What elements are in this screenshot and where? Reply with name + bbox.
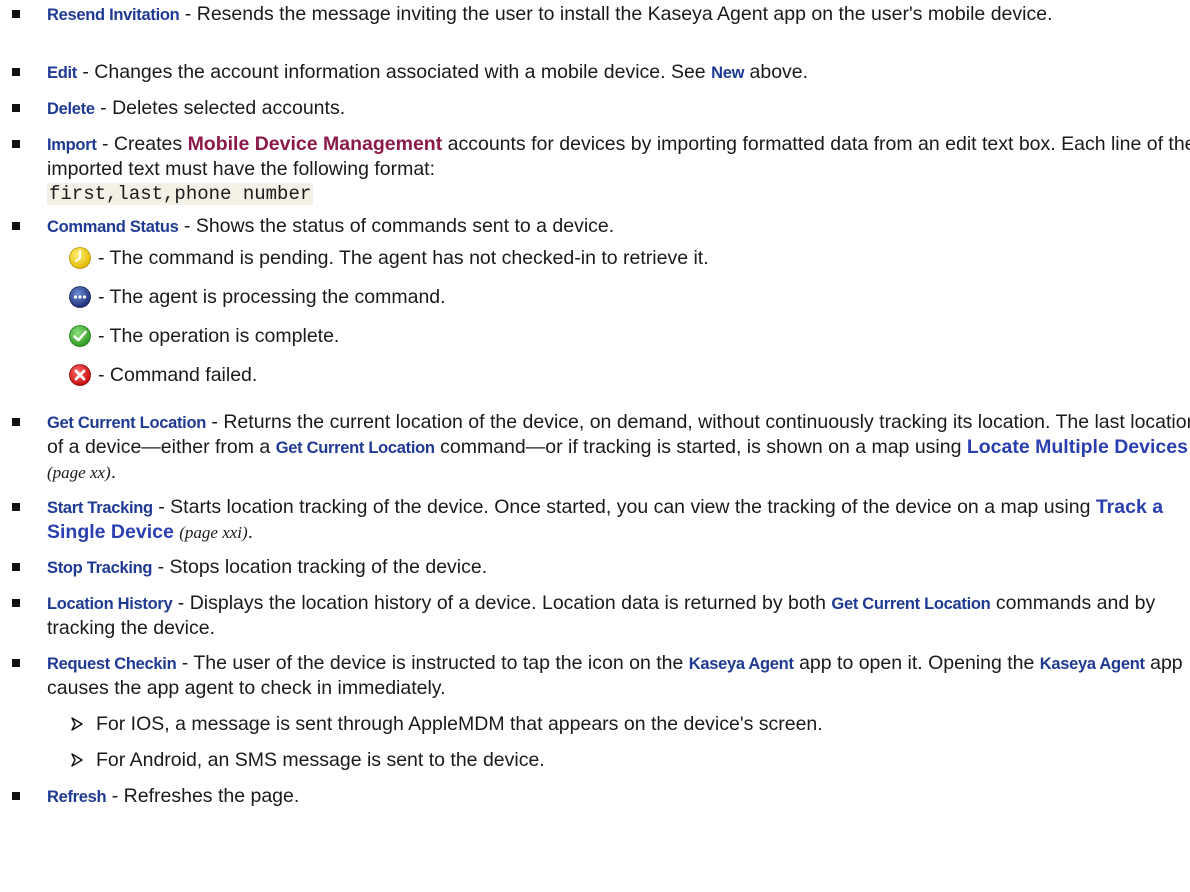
desc-text: - Shows the status of commands sent to a… xyxy=(178,215,615,237)
bullet xyxy=(12,68,20,76)
term-delete[interactable]: Delete xyxy=(47,100,95,118)
status-failed: - Command failed. xyxy=(68,355,1168,394)
status-text: - The operation is complete. xyxy=(98,324,340,347)
term-location-history[interactable]: Location History xyxy=(47,595,173,613)
desc-text: app to open it. Opening the xyxy=(793,652,1040,674)
term-start-tracking[interactable]: Start Tracking xyxy=(47,499,153,517)
list-item-start-tracking: Start Tracking - Starts location trackin… xyxy=(0,495,1190,545)
status-text: - The agent is processing the command. xyxy=(98,285,446,308)
bullet xyxy=(12,599,20,607)
bullet xyxy=(12,563,20,571)
bullet xyxy=(12,503,20,511)
list-item-edit: Edit - Changes the account information a… xyxy=(0,60,1190,85)
list-item-refresh: Refresh - Refreshes the page. xyxy=(0,784,1190,809)
processing-dots-icon xyxy=(68,285,92,309)
format-code: first,last,phone number xyxy=(47,183,314,205)
term-kaseya-agent[interactable]: Kaseya Agent xyxy=(689,655,794,673)
bullet xyxy=(12,418,20,426)
term-kaseya-agent[interactable]: Kaseya Agent xyxy=(1040,655,1145,673)
desc-text: - The user of the device is instructed t… xyxy=(176,652,689,674)
subitem-text: For IOS, a message is sent through Apple… xyxy=(96,713,823,735)
term-resend-invitation[interactable]: Resend Invitation xyxy=(47,6,180,24)
term-get-current-location-inline[interactable]: Get Current Location xyxy=(831,595,990,613)
term-request-checkin[interactable]: Request Checkin xyxy=(47,655,177,673)
desc-text: - Creates xyxy=(96,133,188,155)
term-import[interactable]: Import xyxy=(47,136,97,154)
desc-text: - Refreshes the page. xyxy=(106,785,300,807)
desc-text: - Resends the message inviting the user … xyxy=(179,3,1053,25)
subitem-android: For Android, an SMS message is sent to t… xyxy=(0,748,1190,772)
complete-check-icon xyxy=(68,324,92,348)
desc-text: - Starts location tracking of the device… xyxy=(152,496,1096,518)
desc-text: . xyxy=(110,461,117,483)
bullet xyxy=(12,10,20,18)
arrow-bullet-icon xyxy=(71,717,83,731)
strong-mdm: Mobile Device Management xyxy=(187,133,443,155)
desc-text: - Deletes selected accounts. xyxy=(94,97,346,119)
link-locate-multiple-devices[interactable]: Locate Multiple Devices xyxy=(967,436,1188,458)
bullet xyxy=(12,659,20,667)
link-new[interactable]: New xyxy=(711,64,744,82)
desc-text: . xyxy=(247,521,254,543)
list-item-delete: Delete - Deletes selected accounts. xyxy=(0,96,1190,121)
list-item-request-checkin: Request Checkin - The user of the device… xyxy=(0,651,1190,700)
list-item-get-current-location: Get Current Location - Returns the curre… xyxy=(0,410,1190,485)
subitem-text: For Android, an SMS message is sent to t… xyxy=(96,749,545,771)
list-item-stop-tracking: Stop Tracking - Stops location tracking … xyxy=(0,555,1190,580)
term-get-current-location-inline[interactable]: Get Current Location xyxy=(276,439,435,457)
term-edit[interactable]: Edit xyxy=(47,64,77,82)
status-pending: - The command is pending. The agent has … xyxy=(68,238,1168,277)
term-get-current-location[interactable]: Get Current Location xyxy=(47,414,206,432)
page-reference: (page xxi) xyxy=(179,523,248,542)
desc-text: above. xyxy=(744,61,809,83)
document-page: Resend Invitation - Resends the message … xyxy=(0,0,1190,892)
subitem-ios: For IOS, a message is sent through Apple… xyxy=(0,712,1190,736)
bullet xyxy=(12,140,20,148)
term-refresh[interactable]: Refresh xyxy=(47,788,107,806)
term-stop-tracking[interactable]: Stop Tracking xyxy=(47,559,153,577)
list-item-import: Import - Creates Mobile Device Managemen… xyxy=(0,132,1190,206)
status-text: - Command failed. xyxy=(98,363,258,386)
list-item-resend-invitation: Resend Invitation - Resends the message … xyxy=(0,2,1190,27)
desc-text: - Changes the account information associ… xyxy=(76,61,712,83)
page-reference: (page xx) xyxy=(47,463,111,482)
desc-text: - Stops location tracking of the device. xyxy=(152,556,488,578)
status-complete: - The operation is complete. xyxy=(68,316,1168,355)
list-item-location-history: Location History - Displays the location… xyxy=(0,591,1190,640)
status-processing: - The agent is processing the command. xyxy=(68,277,1168,316)
status-text: - The command is pending. The agent has … xyxy=(98,246,709,269)
failed-x-icon xyxy=(68,363,92,387)
arrow-bullet-icon xyxy=(71,753,83,767)
desc-text: - Displays the location history of a dev… xyxy=(172,592,832,614)
list-item-command-status: Command Status - Shows the status of com… xyxy=(0,214,1190,239)
bullet xyxy=(12,222,20,230)
term-command-status[interactable]: Command Status xyxy=(47,218,179,236)
desc-text: command—or if tracking is started, is sh… xyxy=(434,436,967,458)
bullet xyxy=(12,104,20,112)
bullet xyxy=(12,792,20,800)
pending-clock-icon xyxy=(68,246,92,270)
